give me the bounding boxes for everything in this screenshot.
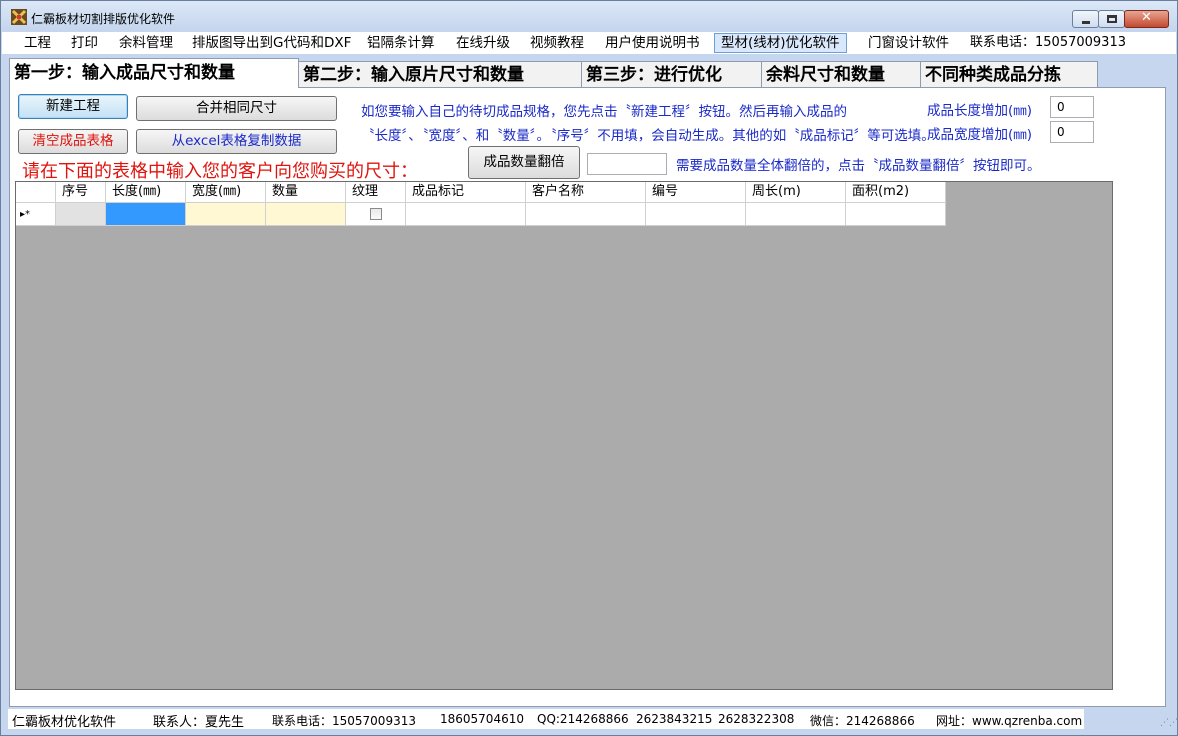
status-phone: 联系电话：15057009313 bbox=[272, 714, 416, 728]
status-qq3: 2628322308 bbox=[718, 712, 795, 726]
grid-header: 序号 长度(㎜) 宽度(㎜) 数量 纹理 成品标记 客户名称 编号 周长(m) … bbox=[16, 182, 946, 203]
menu-user-manual[interactable]: 用户使用说明书 bbox=[605, 34, 700, 52]
column-header-mark[interactable]: 成品标记 bbox=[406, 182, 526, 203]
help-text-line1: 如您要输入自己的待切成品规格，您先点击〝新建工程〞按钮。然后再输入成品的 bbox=[361, 104, 847, 120]
double-quantity-input[interactable] bbox=[587, 153, 667, 175]
minimize-button[interactable] bbox=[1072, 10, 1099, 28]
length-increase-input[interactable]: 0 bbox=[1050, 96, 1094, 118]
column-header-number[interactable]: 编号 bbox=[646, 182, 746, 203]
status-qq: QQ:214268866 bbox=[537, 712, 629, 726]
menu-online-upgrade[interactable]: 在线升级 bbox=[456, 34, 510, 52]
status-wechat: 微信：214268866 bbox=[810, 714, 915, 728]
grain-checkbox[interactable] bbox=[370, 208, 382, 220]
cell-perimeter[interactable] bbox=[746, 203, 846, 226]
column-header-quantity[interactable]: 数量 bbox=[266, 182, 346, 203]
tab-step1-finished-sizes[interactable]: 第一步：输入成品尺寸和数量 bbox=[9, 58, 299, 88]
menu-door-window-design[interactable]: 门窗设计软件 bbox=[868, 34, 949, 52]
copy-from-excel-button[interactable]: 从excel表格复制数据 bbox=[136, 129, 337, 154]
cell-quantity[interactable] bbox=[266, 203, 346, 226]
cell-grain bbox=[346, 203, 406, 226]
tab-step2-sheet-sizes[interactable]: 第二步：输入原片尺寸和数量 bbox=[298, 61, 582, 87]
close-button[interactable]: ✕ bbox=[1124, 10, 1169, 28]
length-increase-label: 成品长度增加(㎜) bbox=[927, 103, 1033, 119]
window-title: 仁霸板材切割排版优化软件 bbox=[31, 12, 176, 26]
menu-video-tutorial[interactable]: 视频教程 bbox=[530, 34, 584, 52]
title-bar[interactable]: 仁霸板材切割排版优化软件 ✕ bbox=[1, 1, 1177, 31]
column-header-seq[interactable]: 序号 bbox=[56, 182, 106, 203]
input-instruction: 请在下面的表格中输入您的客户向您购买的尺寸： bbox=[22, 161, 418, 182]
clear-table-button[interactable]: 清空成品表格 bbox=[18, 129, 128, 154]
status-contact-person: 联系人：夏先生 bbox=[153, 715, 245, 730]
grid-corner-header[interactable] bbox=[16, 182, 56, 203]
table-row[interactable]: ▸* bbox=[16, 203, 946, 226]
status-bar: 仁霸板材优化软件 联系人：夏先生 联系电话：15057009313 186057… bbox=[2, 708, 1178, 735]
merge-sizes-button[interactable]: 合并相同尺寸 bbox=[136, 96, 337, 121]
help-text-line2: 〝长度〞、〝宽度〞、和〝数量〞。〝序号〞不用填，会自动生成。其他的如〝成品标记〞… bbox=[361, 128, 935, 144]
tab-sorting[interactable]: 不同种类成品分拣 bbox=[920, 61, 1098, 87]
new-project-button[interactable]: 新建工程 bbox=[18, 94, 128, 119]
column-header-customer[interactable]: 客户名称 bbox=[526, 182, 646, 203]
close-icon: ✕ bbox=[1141, 10, 1152, 25]
maximize-button[interactable] bbox=[1098, 10, 1125, 28]
cell-customer[interactable] bbox=[526, 203, 646, 226]
double-quantity-hint: 需要成品数量全体翻倍的，点击〝成品数量翻倍〞按钮即可。 bbox=[676, 158, 1041, 174]
column-header-perimeter[interactable]: 周长(m) bbox=[746, 182, 846, 203]
tab-step3-optimize[interactable]: 第三步：进行优化 bbox=[581, 61, 762, 87]
menu-export-gcode-dxf[interactable]: 排版图导出到G代码和DXF bbox=[192, 34, 351, 52]
app-logo-icon bbox=[11, 9, 27, 25]
status-app-name: 仁霸板材优化软件 bbox=[12, 715, 117, 730]
resize-grip-icon[interactable]: ⋰⋰ bbox=[1160, 719, 1178, 731]
column-header-length[interactable]: 长度(㎜) bbox=[106, 182, 186, 203]
menu-project[interactable]: 工程 bbox=[24, 34, 51, 52]
window-controls: ✕ bbox=[1072, 10, 1169, 28]
cell-area[interactable] bbox=[846, 203, 946, 226]
column-header-grain[interactable]: 纹理 bbox=[346, 182, 406, 203]
cell-mark[interactable] bbox=[406, 203, 526, 226]
status-qq2: 2623843215 bbox=[636, 712, 713, 726]
menu-profile-optimizer[interactable]: 型材(线材)优化软件 bbox=[714, 33, 847, 53]
menu-contact-phone: 联系电话：15057009313 bbox=[970, 35, 1126, 50]
status-phone2: 18605704610 bbox=[440, 712, 524, 726]
app-window: 仁霸板材切割排版优化软件 ✕ 工程 打印 余料管理 排版图导出到G代码和DXF … bbox=[0, 0, 1178, 736]
row-header-new-row[interactable]: ▸* bbox=[16, 203, 56, 226]
maximize-icon bbox=[1107, 15, 1117, 23]
step1-panel: 新建工程 合并相同尺寸 清空成品表格 从excel表格复制数据 如您要输入自己的… bbox=[9, 87, 1166, 707]
width-increase-label: 成品宽度增加(㎜) bbox=[927, 127, 1033, 143]
menu-bar: 工程 打印 余料管理 排版图导出到G代码和DXF 铝隔条计算 在线升级 视频教程… bbox=[2, 32, 1176, 54]
column-header-width[interactable]: 宽度(㎜) bbox=[186, 182, 266, 203]
menu-print[interactable]: 打印 bbox=[71, 34, 98, 52]
status-website[interactable]: 网址：www.qzrenba.com bbox=[936, 712, 1082, 729]
double-quantity-button[interactable]: 成品数量翻倍 bbox=[468, 146, 580, 179]
tab-remnant-sizes[interactable]: 余料尺寸和数量 bbox=[761, 61, 921, 87]
menu-remnant-management[interactable]: 余料管理 bbox=[119, 34, 173, 52]
cell-length[interactable] bbox=[106, 203, 186, 226]
width-increase-input[interactable]: 0 bbox=[1050, 121, 1094, 143]
status-strip: 仁霸板材优化软件 联系人：夏先生 联系电话：15057009313 186057… bbox=[8, 709, 1084, 730]
menu-aluminum-spacer[interactable]: 铝隔条计算 bbox=[367, 34, 435, 52]
finished-sizes-grid[interactable]: 序号 长度(㎜) 宽度(㎜) 数量 纹理 成品标记 客户名称 编号 周长(m) … bbox=[15, 181, 1113, 690]
cell-width[interactable] bbox=[186, 203, 266, 226]
column-header-area[interactable]: 面积(m2) bbox=[846, 182, 946, 203]
cell-number[interactable] bbox=[646, 203, 746, 226]
minimize-icon bbox=[1082, 21, 1090, 24]
cell-seq bbox=[56, 203, 106, 226]
